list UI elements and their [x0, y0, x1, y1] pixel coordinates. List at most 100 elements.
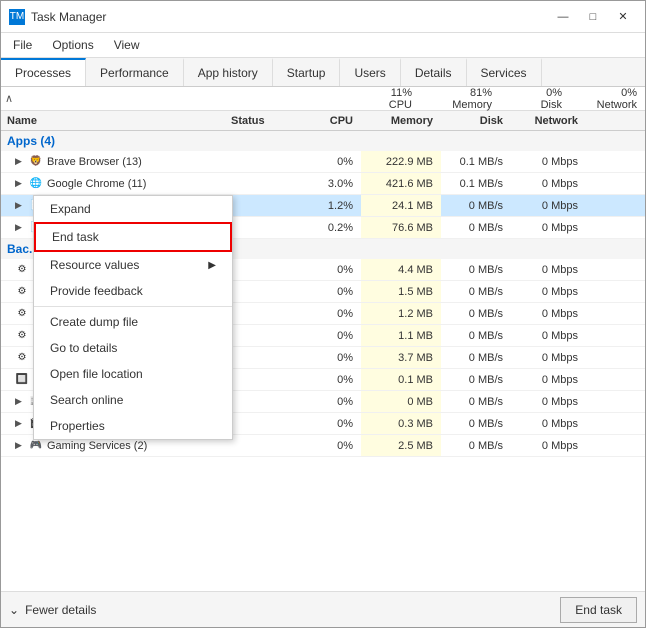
row-memory: 1.1 MB	[361, 325, 441, 346]
col-header-memory[interactable]: Memory	[361, 115, 441, 127]
col-header-disk[interactable]: Disk	[441, 115, 511, 127]
row-cpu: 0%	[301, 418, 361, 430]
section-header-apps: Apps (4)	[1, 131, 645, 151]
ctx-expand[interactable]: Expand	[34, 196, 232, 222]
end-task-button[interactable]: End task	[560, 597, 637, 623]
bg-icon: ⚙	[15, 263, 29, 277]
tab-users[interactable]: Users	[340, 58, 400, 86]
row-cpu: 0%	[301, 308, 361, 320]
row-network: 0 Mbps	[511, 264, 586, 276]
ctx-search-online[interactable]: Search online	[34, 387, 232, 413]
row-disk: 0 MB/s	[441, 374, 511, 386]
expand-icon[interactable]: ▶	[15, 396, 25, 407]
row-disk: 0 MB/s	[441, 396, 511, 408]
table-row[interactable]: ▶ 🌐 Google Chrome (11) 3.0% 421.6 MB 0.1…	[1, 173, 645, 195]
row-network: 0 Mbps	[511, 440, 586, 452]
ctx-resource-values[interactable]: Resource values ▶	[34, 252, 232, 278]
row-network: 0 Mbps	[511, 352, 586, 364]
app-icon: TM	[9, 9, 25, 25]
bg-icon: ⚙	[15, 307, 29, 321]
expand-icon[interactable]: ▶	[15, 200, 25, 211]
row-memory: 76.6 MB	[361, 217, 441, 238]
menu-options[interactable]: Options	[44, 35, 101, 55]
col-header-status[interactable]: Status	[231, 115, 301, 127]
row-disk: 0.1 MB/s	[441, 178, 511, 190]
maximize-button[interactable]: □	[579, 7, 607, 27]
tab-bar: Processes Performance App history Startu…	[1, 58, 645, 87]
row-cpu: 0.2%	[301, 222, 361, 234]
sort-arrow-icon: ∧	[5, 92, 13, 105]
ctx-create-dump[interactable]: Create dump file	[34, 309, 232, 335]
brave-icon: 🦁	[29, 155, 43, 169]
fewer-details-icon: ⌄	[9, 603, 19, 617]
row-memory: 1.2 MB	[361, 303, 441, 324]
row-network: 0 Mbps	[511, 200, 586, 212]
row-disk: 0 MB/s	[441, 418, 511, 430]
ctx-go-to-details[interactable]: Go to details	[34, 335, 232, 361]
row-network: 0 Mbps	[511, 330, 586, 342]
menu-view[interactable]: View	[106, 35, 148, 55]
expand-icon[interactable]: ▶	[15, 178, 25, 189]
features-icon: 🔲	[15, 373, 29, 387]
ctx-open-file-location[interactable]: Open file location	[34, 361, 232, 387]
menu-file[interactable]: File	[5, 35, 40, 55]
sort-bar: ∧ 11% CPU 81% Memory 0% Disk 0% Network	[1, 87, 645, 111]
network-percent: 0% Network	[570, 87, 645, 111]
tab-processes[interactable]: Processes	[1, 58, 86, 86]
fewer-details-button[interactable]: ⌄ Fewer details	[9, 603, 96, 617]
sort-columns: 11% CPU 81% Memory 0% Disk 0% Network	[231, 87, 645, 111]
ctx-end-task[interactable]: End task	[34, 222, 232, 252]
ctx-properties[interactable]: Properties	[34, 413, 232, 439]
row-cpu: 1.2%	[301, 200, 361, 212]
col-header-name[interactable]: Name	[1, 115, 231, 127]
bg-icon: ⚙	[15, 351, 29, 365]
row-disk: 0.1 MB/s	[441, 156, 511, 168]
expand-icon[interactable]: ▶	[15, 222, 25, 233]
menu-bar: File Options View	[1, 33, 645, 58]
expand-icon[interactable]: ▶	[15, 156, 25, 167]
row-memory: 4.4 MB	[361, 259, 441, 280]
row-memory: 2.5 MB	[361, 435, 441, 456]
expand-icon[interactable]: ▶	[15, 418, 25, 429]
row-network: 0 Mbps	[511, 418, 586, 430]
row-disk: 0 MB/s	[441, 264, 511, 276]
row-cpu: 0%	[301, 440, 361, 452]
tab-details[interactable]: Details	[401, 58, 467, 86]
cpu-percent: 11% CPU	[360, 87, 420, 111]
row-memory: 222.9 MB	[361, 151, 441, 172]
ctx-provide-feedback[interactable]: Provide feedback	[34, 278, 232, 304]
row-memory: 0.1 MB	[361, 369, 441, 390]
window-title: Task Manager	[31, 10, 106, 24]
gaming-icon: 🎮	[29, 439, 43, 453]
expand-icon[interactable]: ▶	[15, 440, 25, 451]
row-cpu: 0%	[301, 352, 361, 364]
row-memory: 0 MB	[361, 391, 441, 412]
column-headers: Name Status CPU Memory Disk Network	[1, 111, 645, 131]
tab-performance[interactable]: Performance	[86, 58, 184, 86]
row-memory: 24.1 MB	[361, 195, 441, 216]
row-cpu: 0%	[301, 330, 361, 342]
tab-app-history[interactable]: App history	[184, 58, 273, 86]
submenu-arrow-icon: ▶	[208, 260, 216, 271]
row-network: 0 Mbps	[511, 396, 586, 408]
minimize-button[interactable]: —	[549, 7, 577, 27]
row-disk: 0 MB/s	[441, 308, 511, 320]
chrome-icon: 🌐	[29, 177, 43, 191]
row-cpu: 0%	[301, 396, 361, 408]
bg-icon: ⚙	[15, 329, 29, 343]
tab-startup[interactable]: Startup	[273, 58, 341, 86]
row-network: 0 Mbps	[511, 374, 586, 386]
apps-label: Apps (4)	[7, 134, 55, 148]
tab-services[interactable]: Services	[467, 58, 542, 86]
row-name: ▶ 🌐 Google Chrome (11)	[1, 177, 231, 191]
row-memory: 1.5 MB	[361, 281, 441, 302]
row-memory: 0.3 MB	[361, 413, 441, 434]
col-header-cpu[interactable]: CPU	[301, 115, 361, 127]
close-button[interactable]: ✕	[609, 7, 637, 27]
row-memory: 421.6 MB	[361, 173, 441, 194]
table-row[interactable]: ▶ 🦁 Brave Browser (13) 0% 222.9 MB 0.1 M…	[1, 151, 645, 173]
row-name: ▶ 🎮 Gaming Services (2)	[1, 439, 231, 453]
ctx-separator	[34, 306, 232, 307]
col-header-network[interactable]: Network	[511, 115, 586, 127]
row-network: 0 Mbps	[511, 286, 586, 298]
